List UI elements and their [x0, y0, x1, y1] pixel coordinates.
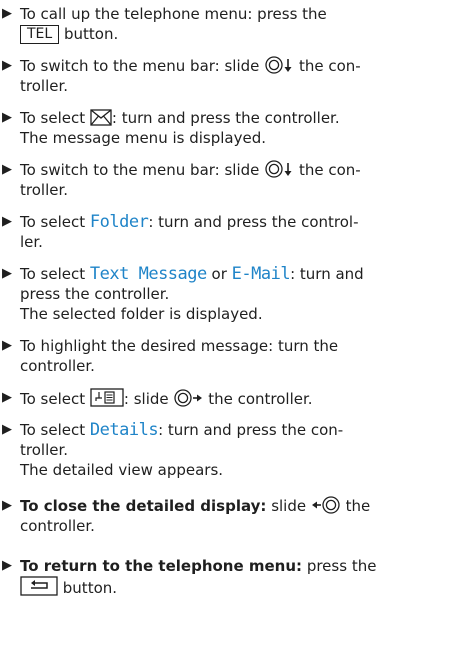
- step-text-part: the con-: [298, 57, 361, 75]
- step-heading: To close the detailed display:: [20, 497, 267, 515]
- folder-menu-item: Folder: [89, 212, 149, 232]
- step-text: To switch to the menu bar: slide the con…: [20, 56, 464, 96]
- step-close-detailed-display: ▶ To close the detailed display: slide t…: [0, 496, 464, 536]
- step-text-part: or: [211, 265, 227, 283]
- envelope-icon: [90, 109, 112, 126]
- step-text: To highlight the desired message: turn t…: [20, 336, 464, 376]
- bullet-icon: ▶: [2, 214, 12, 229]
- step-text-part: The selected folder is displayed.: [20, 305, 263, 323]
- step-text: To select Folder: turn and press the con…: [20, 212, 464, 252]
- step-text: To call up the telephone menu: press the…: [20, 4, 464, 44]
- step-text: To select Text Message or E-Mail: turn a…: [20, 264, 464, 324]
- bullet-icon: ▶: [2, 498, 12, 513]
- controller-slide-right-icon: [174, 389, 203, 407]
- step-text-part: To call up the telephone menu: press the: [20, 5, 327, 23]
- details-menu-item: Details: [89, 420, 159, 440]
- step-text-part: the: [345, 497, 371, 515]
- step-text: To select : turn and press the controlle…: [20, 108, 464, 148]
- step-text: To select Details: turn and press the co…: [20, 420, 464, 480]
- bullet-icon: ▶: [2, 338, 12, 353]
- step-select-menu-symbol: ▶ To select : slide the controller.: [0, 388, 464, 409]
- step-text-part: The detailed view appears.: [20, 461, 224, 479]
- step-text-part: : turn and: [290, 265, 364, 283]
- step-text-part: slide: [271, 497, 307, 515]
- bullet-icon: ▶: [2, 6, 12, 21]
- step-return-telephone-menu: ▶ To return to the telephone menu: press…: [0, 556, 464, 598]
- step-text-part: press the controller.: [20, 285, 170, 303]
- step-text-part: To select: [20, 265, 86, 283]
- step-text-part: controller.: [20, 517, 95, 535]
- step-text-part: ler.: [20, 233, 43, 251]
- instruction-page: ▶ To call up the telephone menu: press t…: [0, 0, 464, 654]
- step-text-part: To switch to the menu bar: slide: [20, 161, 260, 179]
- step-text-part: button.: [62, 579, 118, 597]
- step-text-part: troller.: [20, 441, 69, 459]
- back-button-icon: [20, 576, 58, 596]
- step-text-part: To highlight the desired message: turn t…: [20, 337, 339, 355]
- step-text-part: troller.: [20, 77, 69, 95]
- step-text-part: To select: [20, 109, 86, 127]
- step-text: To switch to the menu bar: slide the con…: [20, 160, 464, 200]
- step-text-part: : turn and press the control-: [148, 213, 359, 231]
- step-text-part: To switch to the menu bar: slide: [20, 57, 260, 75]
- step-text-part: the con-: [298, 161, 361, 179]
- bullet-icon: ▶: [2, 558, 12, 573]
- controller-slide-down-icon: [265, 56, 292, 74]
- step-text-part: controller.: [20, 357, 95, 375]
- step-switch-menu-bar: ▶ To switch to the menu bar: slide the c…: [0, 56, 464, 96]
- step-text: To return to the telephone menu: press t…: [20, 556, 464, 598]
- step-text-part: : slide: [123, 390, 169, 408]
- step-text-part: troller.: [20, 181, 69, 199]
- step-text-part: To select: [20, 213, 86, 231]
- step-text-part: the controller.: [208, 390, 313, 408]
- bullet-icon: ▶: [2, 422, 12, 437]
- step-highlight-message: ▶ To highlight the desired message: turn…: [0, 336, 464, 376]
- step-heading: To return to the telephone menu:: [20, 557, 303, 575]
- bullet-icon: ▶: [2, 58, 12, 73]
- step-text-part: The message menu is displayed.: [20, 129, 266, 147]
- bullet-icon: ▶: [2, 110, 12, 125]
- step-text-part: To select: [20, 390, 86, 408]
- step-text-part: : turn and press the controller.: [111, 109, 340, 127]
- bullet-icon: ▶: [2, 266, 12, 281]
- step-select-message-type: ▶ To select Text Message or E-Mail: turn…: [0, 264, 464, 324]
- step-text: To close the detailed display: slide the…: [20, 496, 464, 536]
- email-menu-item: E-Mail: [231, 264, 291, 284]
- step-select-details: ▶ To select Details: turn and press the …: [0, 420, 464, 480]
- step-text-part: : turn and press the con-: [158, 421, 344, 439]
- menu-symbol-icon: [90, 388, 124, 407]
- controller-slide-left-icon: [311, 496, 340, 514]
- tel-button-icon: TEL: [20, 25, 60, 44]
- step-text-part: button.: [63, 25, 119, 43]
- step-text-part: press the: [306, 557, 377, 575]
- step-select-folder: ▶ To select Folder: turn and press the c…: [0, 212, 464, 252]
- text-message-menu-item: Text Message: [89, 264, 207, 284]
- controller-slide-down-icon: [265, 160, 292, 178]
- step-select-envelope: ▶ To select : turn and press the control…: [0, 108, 464, 148]
- step-text-part: To select: [20, 421, 86, 439]
- bullet-icon: ▶: [2, 162, 12, 177]
- bullet-icon: ▶: [2, 390, 12, 405]
- step-call-telephone-menu: ▶ To call up the telephone menu: press t…: [0, 4, 464, 44]
- step-text: To select : slide the controller.: [20, 388, 464, 409]
- step-switch-menu-bar-2: ▶ To switch to the menu bar: slide the c…: [0, 160, 464, 200]
